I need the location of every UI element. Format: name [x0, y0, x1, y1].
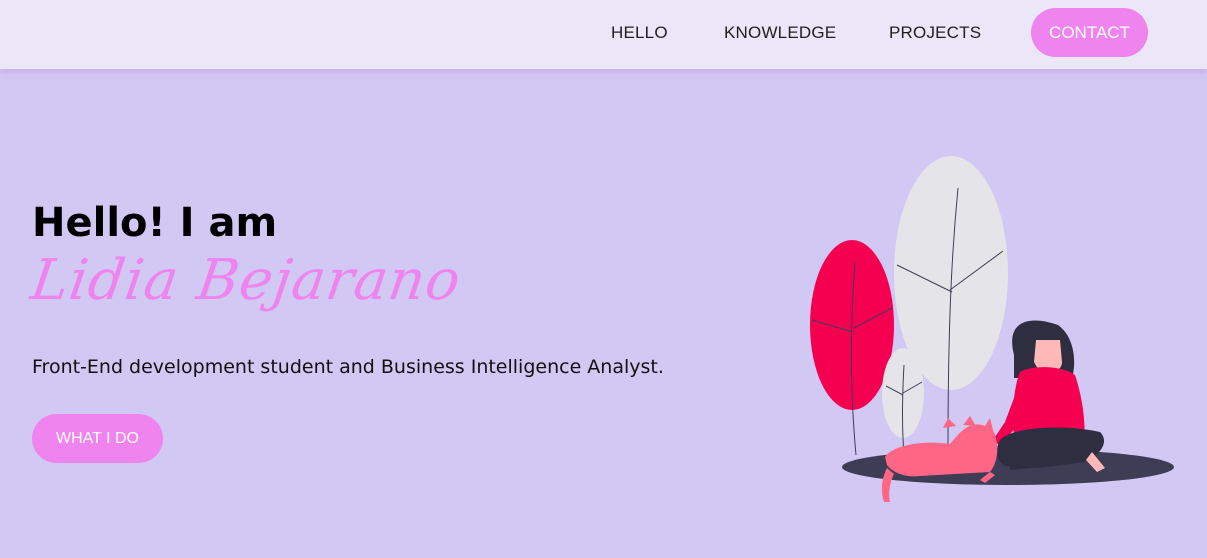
nav-link-knowledge[interactable]: KNOWLEDGE [724, 23, 836, 43]
what-i-do-button[interactable]: WHAT I DO [32, 414, 163, 463]
nav-link-projects[interactable]: PROJECTS [889, 23, 981, 43]
woman-with-cat-illustration [810, 156, 1174, 502]
navbar: HELLO KNOWLEDGE PROJECTS CONTACT [0, 0, 1207, 69]
hero-name: Lidia Bejarano [27, 248, 466, 313]
hero-greeting: Hello! I am [32, 200, 278, 246]
nav-link-hello[interactable]: HELLO [611, 23, 668, 43]
contact-button[interactable]: CONTACT [1031, 8, 1148, 57]
hero-subtitle: Front-End development student and Busine… [32, 356, 664, 378]
